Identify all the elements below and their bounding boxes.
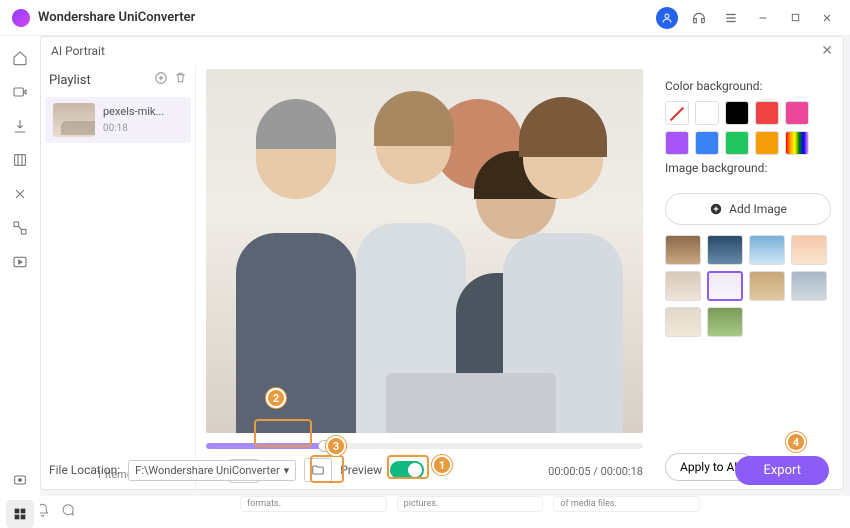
playlist-title: Playlist <box>49 73 91 88</box>
edit-icon[interactable] <box>6 180 34 208</box>
color-swatch[interactable] <box>665 101 689 125</box>
preview-toggle[interactable] <box>390 461 424 479</box>
titlebar: Wondershare UniConverter <box>0 0 850 36</box>
color-swatch[interactable] <box>725 131 749 155</box>
file-location-select[interactable]: F:\Wondershare UniConverter ▾ <box>128 460 296 481</box>
color-swatch[interactable] <box>725 101 749 125</box>
open-folder-button[interactable] <box>304 458 332 482</box>
download-icon[interactable] <box>6 112 34 140</box>
preview-label: Preview <box>340 463 382 477</box>
export-button[interactable]: Export <box>735 456 829 485</box>
color-swatch[interactable] <box>785 101 809 125</box>
playlist-panel: Playlist pexels-mik... 00:18 <box>41 65 196 489</box>
callout-1: 1 <box>432 455 452 475</box>
color-swatch[interactable] <box>785 131 809 155</box>
add-image-label: Add Image <box>729 202 787 216</box>
chevron-down-icon: ▾ <box>284 464 290 477</box>
add-to-playlist-icon[interactable] <box>154 71 168 89</box>
background-options-panel: Color background: Image background: Add … <box>653 65 843 489</box>
maximize-button[interactable] <box>784 7 806 29</box>
home-icon[interactable] <box>6 44 34 72</box>
color-swatches <box>665 101 831 155</box>
playlist-item-duration: 00:18 <box>103 122 183 135</box>
close-window-button[interactable] <box>816 7 838 29</box>
left-sidebar <box>0 36 40 528</box>
app-logo-icon <box>12 9 30 27</box>
modal-title: AI Portrait <box>51 44 105 58</box>
bg-thumb[interactable] <box>665 235 701 265</box>
bg-thumb[interactable] <box>707 307 743 337</box>
playlist-item[interactable]: pexels-mik... 00:18 <box>45 97 191 143</box>
callout-2: 2 <box>266 388 286 408</box>
support-icon[interactable] <box>688 7 710 29</box>
color-swatch[interactable] <box>755 131 779 155</box>
close-modal-icon[interactable]: ✕ <box>821 43 833 59</box>
callout-3: 3 <box>326 436 346 456</box>
color-swatch[interactable] <box>695 131 719 155</box>
bg-thumbs <box>665 235 831 337</box>
seek-bar[interactable] <box>206 443 643 449</box>
ai-portrait-modal: AI Portrait ✕ Playlist pexel <box>40 36 844 490</box>
playlist-thumb-icon <box>53 103 95 137</box>
bg-thumb[interactable] <box>707 235 743 265</box>
playlist-item-name: pexels-mik... <box>103 105 183 119</box>
color-swatch[interactable] <box>695 101 719 125</box>
bg-thumb[interactable] <box>665 271 701 301</box>
hamburger-menu-icon[interactable] <box>720 7 742 29</box>
app-title: Wondershare UniConverter <box>38 10 656 25</box>
color-bg-label: Color background: <box>665 79 831 93</box>
file-location-value: F:\Wondershare UniConverter <box>135 464 280 477</box>
file-location-label: File Location: <box>49 463 120 477</box>
video-preview[interactable] <box>206 69 643 433</box>
color-swatch[interactable] <box>755 101 779 125</box>
minimize-button[interactable] <box>752 7 774 29</box>
bg-thumb[interactable] <box>665 307 701 337</box>
bg-thumb[interactable] <box>707 271 743 301</box>
bg-thumb[interactable] <box>791 235 827 265</box>
toolbox-grid-icon[interactable] <box>6 500 34 528</box>
bg-thumb[interactable] <box>749 271 785 301</box>
bg-thumb[interactable] <box>749 235 785 265</box>
bg-thumb[interactable] <box>791 271 827 301</box>
delete-playlist-icon[interactable] <box>174 71 187 89</box>
callout-4: 4 <box>786 432 806 452</box>
image-bg-label: Image background: <box>665 161 831 175</box>
merge-icon[interactable] <box>6 214 34 242</box>
user-account-icon[interactable] <box>656 7 678 29</box>
compress-icon[interactable] <box>6 146 34 174</box>
preview-viewer: ◀| |▶ 00:00:05 / 00:00:18 <box>196 65 653 489</box>
add-image-button[interactable]: Add Image <box>665 193 831 225</box>
player-icon[interactable] <box>6 248 34 276</box>
record-icon[interactable] <box>6 466 34 494</box>
video-convert-icon[interactable] <box>6 78 34 106</box>
color-swatch[interactable] <box>665 131 689 155</box>
